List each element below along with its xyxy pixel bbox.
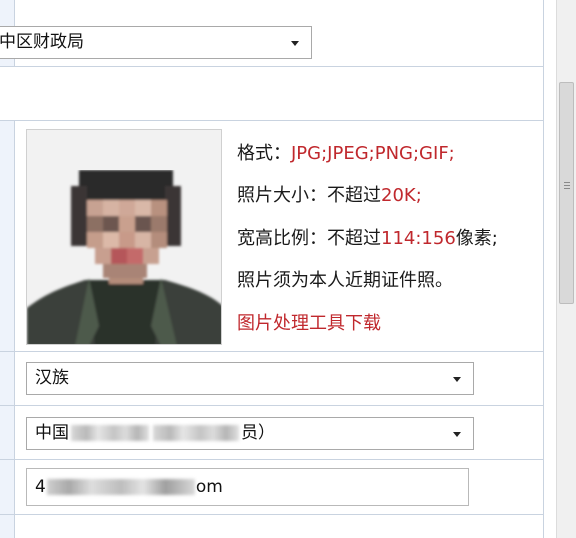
ratio-unit: 像素;: [455, 228, 498, 249]
vertical-scrollbar[interactable]: [556, 0, 576, 538]
format-label: 格式：: [237, 143, 291, 164]
row-divider: [0, 459, 544, 460]
row-divider: [0, 514, 544, 515]
photo-size-line: 照片大小：不超过20K;: [237, 181, 422, 207]
portrait-image: [27, 130, 221, 344]
grip-line: [564, 188, 570, 189]
ethnicity-select-value: 汉族: [35, 368, 69, 388]
ratio-value: 114:156: [381, 228, 456, 249]
id-photo[interactable]: [26, 129, 222, 345]
row-divider: [0, 405, 544, 406]
chevron-down-icon: [453, 376, 461, 382]
label-cell: [0, 120, 14, 538]
row-divider: [0, 66, 544, 67]
size-label: 照片大小：不超过: [237, 185, 381, 206]
political-status-select[interactable]: 中国 员）: [26, 417, 474, 450]
chevron-down-icon: [453, 431, 461, 437]
email-suffix: om: [195, 477, 223, 497]
redacted-text: [71, 425, 149, 441]
photo-format-line: 格式：JPG;JPEG;PNG;GIF;: [237, 139, 455, 165]
ratio-label: 宽高比例：不超过: [237, 228, 381, 249]
email-field[interactable]: 4 om: [26, 468, 469, 506]
chevron-down-icon: [291, 40, 299, 46]
row-divider: [0, 351, 544, 352]
redacted-text: [153, 425, 239, 441]
size-value: 20K;: [381, 185, 422, 206]
photo-ratio-line: 宽高比例：不超过114:156像素;: [237, 224, 498, 250]
row-divider: [0, 120, 544, 121]
format-value: JPG;JPEG;PNG;GIF;: [291, 143, 455, 164]
divider: [543, 0, 544, 538]
grip-line: [564, 182, 570, 183]
email-prefix: 4: [35, 477, 46, 497]
grip-line: [564, 185, 570, 186]
image-tool-download-link[interactable]: 图片处理工具下载: [237, 309, 381, 335]
department-select-value: 中区财政局: [0, 32, 84, 52]
scrollbar-thumb[interactable]: [559, 82, 574, 304]
photo-note: 照片须为本人近期证件照。: [237, 270, 453, 291]
redacted-text: [46, 479, 195, 495]
department-select[interactable]: 中区财政局: [0, 26, 312, 59]
political-status-suffix: 员）: [241, 423, 275, 443]
divider: [14, 120, 15, 538]
political-status-prefix: 中国: [35, 423, 69, 443]
ethnicity-select[interactable]: 汉族: [26, 362, 474, 395]
registration-form: 中区财政局 格式：JPG;JPEG;PNG;GIF; 照片大小：不超过20K; …: [0, 0, 576, 538]
